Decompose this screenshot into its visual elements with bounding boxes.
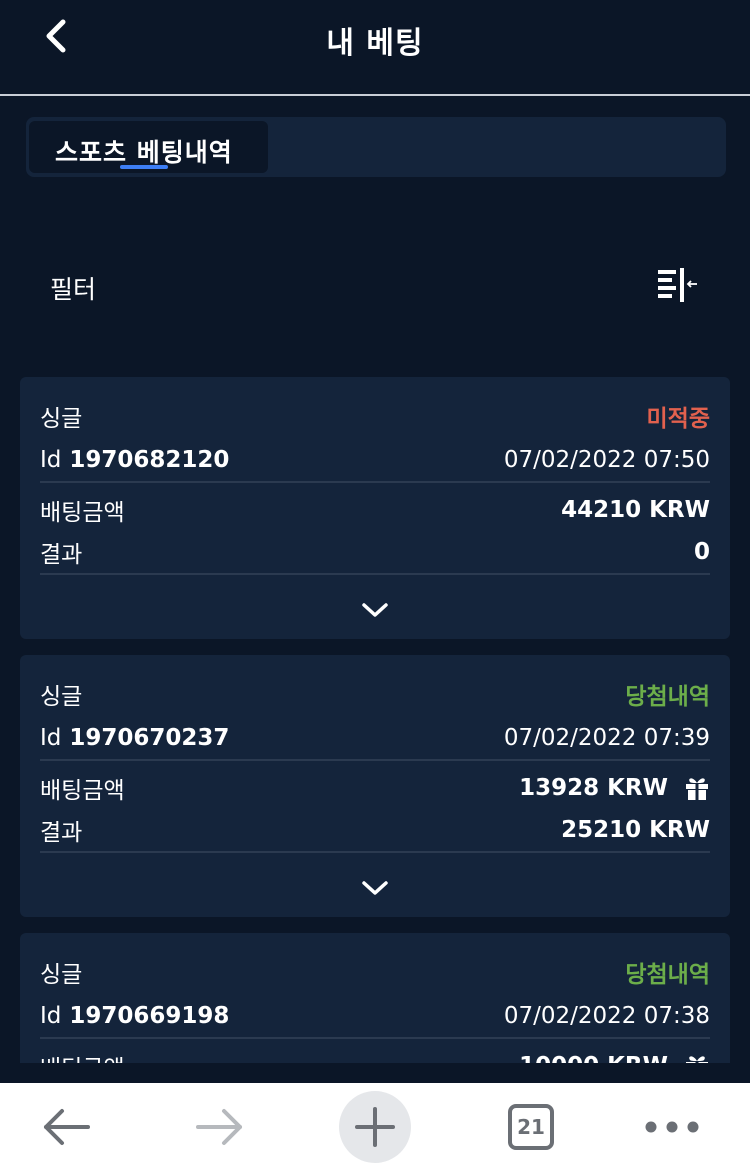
browser-back-button[interactable]	[38, 1083, 94, 1171]
chevron-down-icon	[362, 603, 388, 617]
tab-bar: 스포츠 베팅내역	[26, 117, 726, 177]
more-dots-icon	[645, 1121, 699, 1133]
tabs-button[interactable]: 21	[506, 1083, 556, 1171]
divider	[40, 851, 710, 853]
arrow-right-icon	[196, 1109, 242, 1145]
browser-forward-button[interactable]	[192, 1083, 248, 1171]
app-root: 내 베팅 스포츠 베팅내역 필터 싱글 미적중 Id 1970682120 07…	[0, 0, 750, 1171]
bet-type: 싱글	[40, 684, 83, 710]
gift-icon	[686, 778, 708, 800]
stake-label: 배팅금액	[40, 1049, 125, 1063]
id-label: Id	[40, 1003, 62, 1029]
stake-amount: 13928 KRW	[519, 775, 668, 801]
status-badge: 미적중	[646, 406, 710, 432]
tab-label: 스포츠 베팅내역	[55, 138, 233, 167]
filter-sort-icon[interactable]	[655, 266, 701, 306]
bet-datetime: 07/02/2022 07:39	[503, 725, 710, 751]
browser-toolbar: 21	[0, 1083, 750, 1171]
result-amount: 0	[693, 539, 710, 565]
bet-id: 1970682120	[69, 447, 230, 473]
plus-icon	[355, 1107, 395, 1147]
tab-active-indicator	[120, 165, 168, 169]
new-tab-button[interactable]	[338, 1083, 412, 1171]
stake-label: 배팅금액	[40, 778, 125, 804]
bet-list: 싱글 미적중 Id 1970682120 07/02/2022 07:50 배팅…	[20, 377, 730, 1063]
filter-button[interactable]: 필터	[50, 270, 96, 306]
tab-sports-bet-history[interactable]: 스포츠 베팅내역	[29, 121, 268, 173]
bet-id: 1970669198	[69, 1003, 230, 1029]
tab-count: 21	[508, 1104, 554, 1150]
id-label: Id	[40, 725, 62, 751]
stake-amount: 10000 KRW	[519, 1053, 668, 1063]
result-label: 결과	[40, 820, 83, 846]
arrow-left-icon	[44, 1109, 90, 1145]
divider	[40, 1037, 710, 1039]
bet-card: 싱글 당첨내역 Id 1970669198 07/02/2022 07:38 배…	[20, 933, 730, 1063]
more-button[interactable]	[642, 1083, 702, 1171]
bet-type: 싱글	[40, 406, 83, 432]
id-label: Id	[40, 447, 62, 473]
bet-type: 싱글	[40, 962, 83, 988]
bet-datetime: 07/02/2022 07:50	[503, 447, 710, 473]
stake-label: 배팅금액	[40, 500, 125, 526]
gift-icon	[686, 1056, 708, 1063]
result-label: 결과	[40, 542, 83, 568]
divider	[40, 573, 710, 575]
expand-button[interactable]	[360, 877, 390, 899]
result-amount: 25210 KRW	[561, 817, 710, 843]
bet-datetime: 07/02/2022 07:38	[503, 1003, 710, 1029]
stake-amount: 44210 KRW	[561, 497, 710, 523]
bet-card: 싱글 당첨내역 Id 1970670237 07/02/2022 07:39 배…	[20, 655, 730, 917]
expand-button[interactable]	[360, 599, 390, 621]
bet-id: 1970670237	[69, 725, 230, 751]
status-badge: 당첨내역	[625, 684, 710, 710]
bet-card: 싱글 미적중 Id 1970682120 07/02/2022 07:50 배팅…	[20, 377, 730, 639]
chevron-down-icon	[362, 881, 388, 895]
page-title: 내 베팅	[326, 26, 424, 61]
divider	[40, 481, 710, 483]
header: 내 베팅	[0, 0, 750, 96]
divider	[40, 759, 710, 761]
status-badge: 당첨내역	[625, 962, 710, 988]
